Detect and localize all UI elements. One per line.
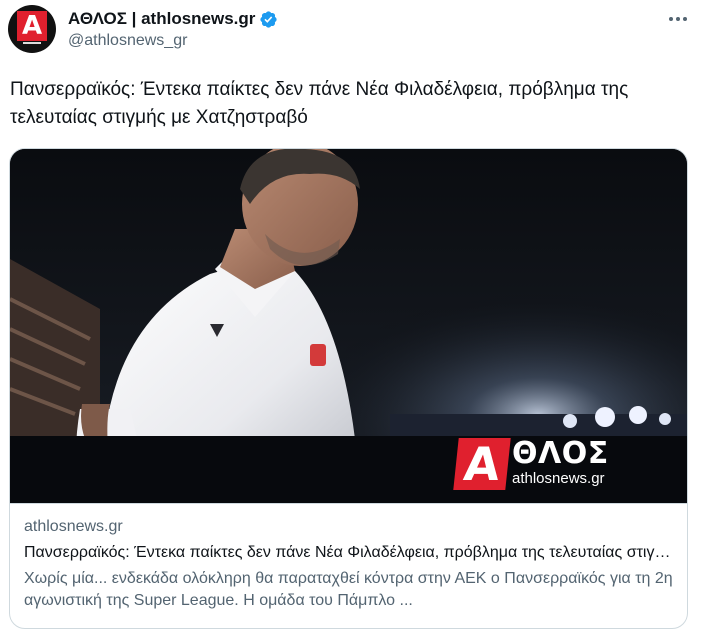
card-body[interactable]: athlosnews.gr Πανσερραϊκός: Έντεκα παίκτ…	[10, 503, 687, 628]
card-logo-brand: ΘΛΟΣ	[512, 436, 609, 471]
more-options-icon[interactable]	[664, 8, 692, 30]
author-name-row: ΑΘΛΟΣ | athlosnews.gr	[68, 8, 278, 30]
author-avatar[interactable]: Α	[8, 5, 56, 53]
link-card[interactable]: Α ΘΛΟΣ athlosnews.gr athlosnews.gr Πανσε…	[9, 148, 688, 629]
card-image[interactable]: Α ΘΛΟΣ athlosnews.gr	[10, 149, 687, 503]
tweet-text: Πανσερραϊκός: Έντεκα παίκτες δεν πάνε Νέ…	[10, 79, 629, 128]
author-handle[interactable]: @athlosnews_gr	[68, 32, 187, 50]
card-logo: Α ΘΛΟΣ athlosnews.gr	[453, 437, 609, 491]
card-logo-mark: Α	[453, 437, 511, 491]
card-domain: athlosnews.gr	[24, 518, 123, 535]
avatar-logo-subtext	[8, 42, 56, 45]
card-logo-site: athlosnews.gr	[512, 470, 605, 487]
card-logo-letter: Α	[461, 437, 503, 491]
card-logo-words: ΘΛΟΣ athlosnews.gr	[512, 438, 609, 488]
verified-badge-icon	[260, 10, 278, 28]
avatar-logo-letter: Α	[21, 11, 43, 41]
tweet: Α ΑΘΛΟΣ | athlosnews.gr @athlosnews_gr Π…	[0, 0, 715, 641]
author-display-name[interactable]: ΑΘΛΟΣ | athlosnews.gr	[68, 9, 255, 29]
card-title: Πανσερραϊκός: Έντεκα παίκτες δεν πάνε Νέ…	[24, 544, 673, 561]
card-description: Χωρίς μία... ενδεκάδα ολόκληρη θα παρατα…	[24, 570, 673, 609]
avatar-logo: Α	[17, 11, 47, 41]
